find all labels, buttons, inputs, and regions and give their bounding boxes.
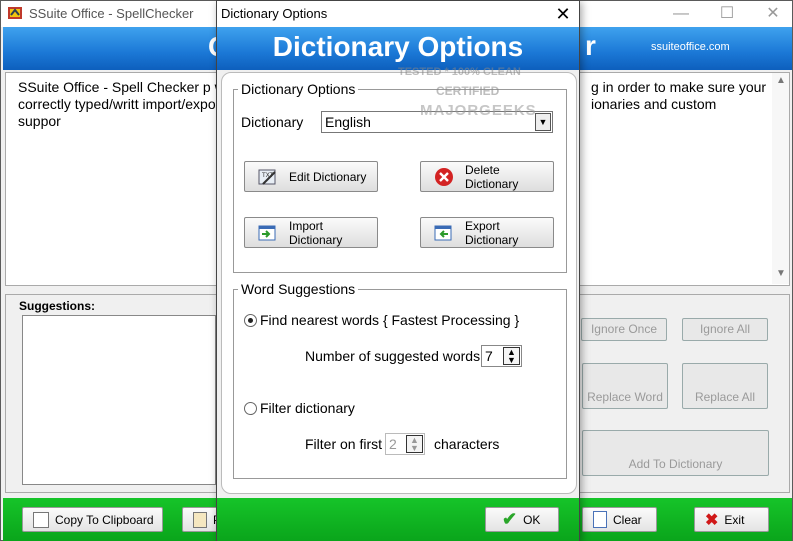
editor-text-right: g in order to make sure your ionaries an… <box>591 79 767 112</box>
document-icon <box>593 511 607 528</box>
scroll-down-icon[interactable]: ▼ <box>776 268 786 279</box>
filter-suffix-label: characters <box>434 436 500 452</box>
site-link[interactable]: ssuiteoffice.com <box>651 41 730 53</box>
exit-label: Exit <box>724 512 745 527</box>
filter-first-label: Filter on first <box>305 436 383 452</box>
ignore-once-label: Ignore Once <box>590 322 658 336</box>
replace-all-button[interactable]: Replace All <box>682 363 768 409</box>
exit-button[interactable]: ✖ Exit <box>694 507 769 532</box>
import-dictionary-label: Import Dictionary <box>289 218 343 247</box>
checkmark-icon: ✔ <box>502 509 518 529</box>
edit-dictionary-button[interactable]: TXT Edit Dictionary <box>244 161 378 192</box>
import-dictionary-button[interactable]: Import Dictionary <box>244 217 378 248</box>
add-to-dictionary-button[interactable]: Add To Dictionary <box>582 430 769 476</box>
stepper-arrows-icon[interactable]: ▲ ▼ <box>503 347 520 365</box>
filter-chars-stepper[interactable]: 2 ▲ ▼ <box>385 433 425 455</box>
ignore-all-label: Ignore All <box>699 322 751 336</box>
watermark-line1: TESTED * 100% CLEAN <box>398 66 521 78</box>
copy-to-clipboard-label: Copy To Clipboard <box>55 512 154 527</box>
exit-icon: ✖ <box>705 511 719 529</box>
ignore-once-button[interactable]: Ignore Once <box>581 318 667 341</box>
export-icon <box>434 225 452 240</box>
add-to-dictionary-label: Add To Dictionary <box>628 457 723 471</box>
watermark-line2: CERTIFIED <box>436 84 500 98</box>
suggestions-list[interactable] <box>22 315 216 485</box>
dialog-close-icon[interactable]: ✕ <box>547 1 579 27</box>
dictionary-options-legend: Dictionary Options <box>241 81 356 97</box>
nearest-words-radio[interactable] <box>244 314 257 327</box>
app-icon <box>8 7 22 19</box>
filter-chars-value: 2 <box>389 436 397 452</box>
close-icon[interactable]: ✕ <box>750 1 793 27</box>
paste-icon <box>193 511 207 528</box>
suggested-words-value: 7 <box>485 348 493 364</box>
replace-word-button[interactable]: Replace Word <box>582 363 668 409</box>
suggested-words-label: Number of suggested words <box>305 348 481 364</box>
delete-icon <box>435 167 453 186</box>
maximize-icon[interactable]: ☐ <box>704 1 750 27</box>
clipboard-icon <box>33 511 49 528</box>
filter-stepper-arrows-icon[interactable]: ▲ ▼ <box>406 435 423 453</box>
nearest-words-label: Find nearest words { Fastest Processing … <box>260 312 520 328</box>
main-window-title: SSuite Office - SpellChecker <box>29 6 194 21</box>
dialog-banner-title: Dictionary Options <box>272 31 524 62</box>
filter-dictionary-radio[interactable] <box>244 402 257 415</box>
dictionary-select-value: English <box>325 114 371 130</box>
majorgeeks-watermark: TESTED * 100% CLEAN CERTIFIED MAJORGEEKS <box>380 62 540 142</box>
vertical-scrollbar[interactable]: ▲ ▼ <box>772 73 789 284</box>
delete-dictionary-button[interactable]: Delete Dictionary <box>420 161 554 192</box>
clear-button[interactable]: Clear <box>582 507 657 532</box>
filter-dictionary-label: Filter dictionary <box>260 400 355 416</box>
suggestions-label: Suggestions: <box>19 299 96 313</box>
copy-to-clipboard-button[interactable]: Copy To Clipboard <box>22 507 163 532</box>
banner-text-right: r <box>585 30 596 61</box>
ok-button[interactable]: ✔ OK <box>485 507 559 532</box>
ignore-all-button[interactable]: Ignore All <box>682 318 768 341</box>
replace-all-label: Replace All <box>694 390 756 404</box>
suggested-words-stepper[interactable]: 7 ▲ ▼ <box>481 345 522 367</box>
delete-dictionary-label: Delete Dictionary <box>465 162 519 191</box>
export-dictionary-button[interactable]: Export Dictionary <box>420 217 554 248</box>
ok-label: OK <box>523 512 541 527</box>
dictionary-label: Dictionary <box>241 114 304 130</box>
minimize-icon[interactable]: — <box>658 1 704 27</box>
dialog-title-bar: Dictionary Options ✕ <box>217 1 579 27</box>
export-dictionary-label: Export Dictionary <box>465 218 519 247</box>
clear-label: Clear <box>613 512 642 527</box>
word-suggestions-legend: Word Suggestions <box>241 281 356 297</box>
import-icon <box>258 225 276 240</box>
paste-button[interactable]: P <box>182 507 221 532</box>
watermark-line3: MAJORGEEKS <box>420 102 537 119</box>
edit-text-icon: TXT <box>258 169 276 185</box>
edit-dictionary-label: Edit Dictionary <box>289 169 367 184</box>
dialog-title: Dictionary Options <box>221 6 328 21</box>
replace-word-label: Replace Word <box>587 390 663 404</box>
scroll-up-icon[interactable]: ▲ <box>776 75 786 86</box>
